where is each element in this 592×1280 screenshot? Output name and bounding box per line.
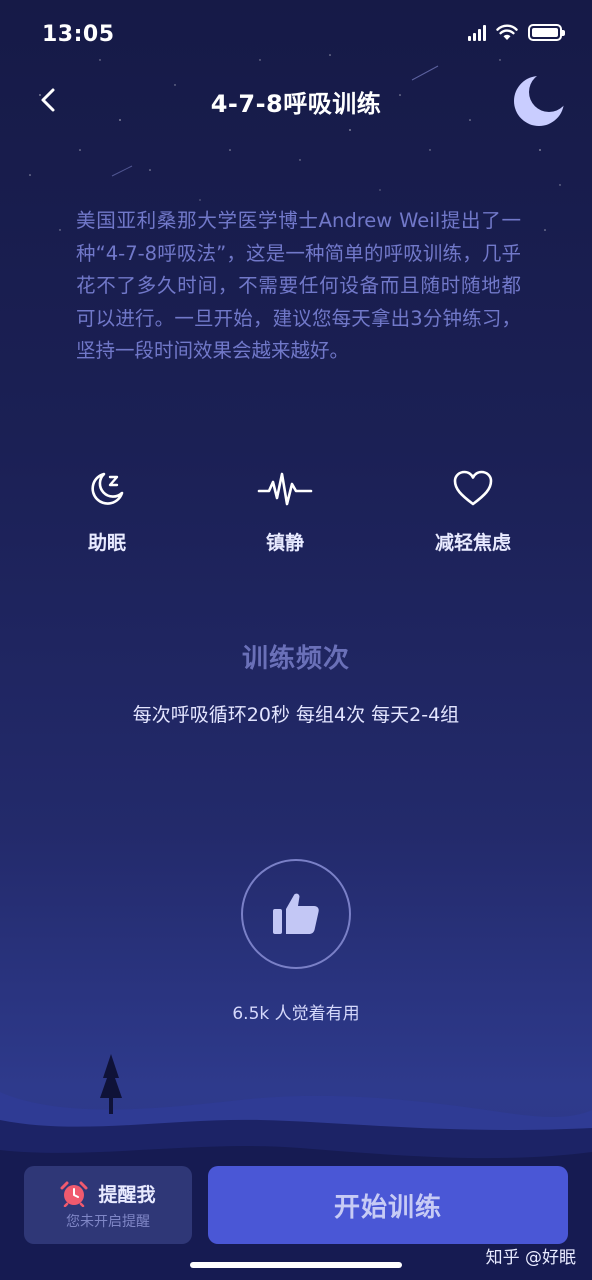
remind-status-text: 您未开启提醒 (66, 1214, 150, 1230)
status-bar: 13:05 (0, 0, 592, 70)
battery-icon (528, 24, 565, 41)
description-text: 美国亚利桑那大学医学博士Andrew Weil提出了一种“4-7-8呼吸法”，这… (76, 209, 521, 362)
home-indicator[interactable] (190, 1262, 402, 1268)
page-title: 4-7-8呼吸训练 (210, 90, 382, 118)
cellular-signal-icon (468, 24, 486, 41)
battery-level (532, 28, 558, 37)
wifi-icon (496, 24, 518, 40)
remind-me-button[interactable]: 提醒我 您未开启提醒 (24, 1166, 192, 1244)
feature-anxiety: 减轻焦虑 (413, 468, 533, 555)
frequency-title: 训练频次 (241, 644, 350, 674)
thumbs-up-icon (273, 893, 319, 934)
status-time: 13:05 (42, 22, 115, 47)
feature-list: 助眠 镇静 减轻焦虑 (0, 468, 592, 568)
moon-sleep-icon (91, 472, 124, 505)
start-training-label: 开始训练 (333, 1192, 442, 1223)
nav-bar: 4-7-8呼吸训练 (0, 70, 592, 130)
feature-label: 镇静 (265, 532, 304, 554)
heart-icon (453, 470, 493, 506)
remind-main-row: 提醒我 (24, 1180, 192, 1207)
alarm-clock-icon (60, 1181, 88, 1207)
remind-label: 提醒我 (98, 1184, 156, 1206)
feature-calm: 镇静 (225, 468, 345, 555)
heartbeat-wave-icon (257, 472, 313, 506)
like-count-text: 6.5k 人觉着有用 (232, 1004, 360, 1024)
watermark: 知乎 @好眠 (485, 1248, 576, 1268)
frequency-detail: 每次呼吸循环20秒 每组4次 每天2-4组 (132, 704, 460, 726)
like-button[interactable] (241, 859, 351, 969)
crescent-moon-icon (514, 76, 564, 126)
start-training-button[interactable]: 开始训练 (208, 1166, 568, 1244)
feature-sleep: 助眠 (47, 468, 167, 555)
feature-label: 助眠 (87, 532, 126, 554)
feature-label: 减轻焦虑 (434, 532, 511, 554)
status-icons (468, 24, 565, 41)
